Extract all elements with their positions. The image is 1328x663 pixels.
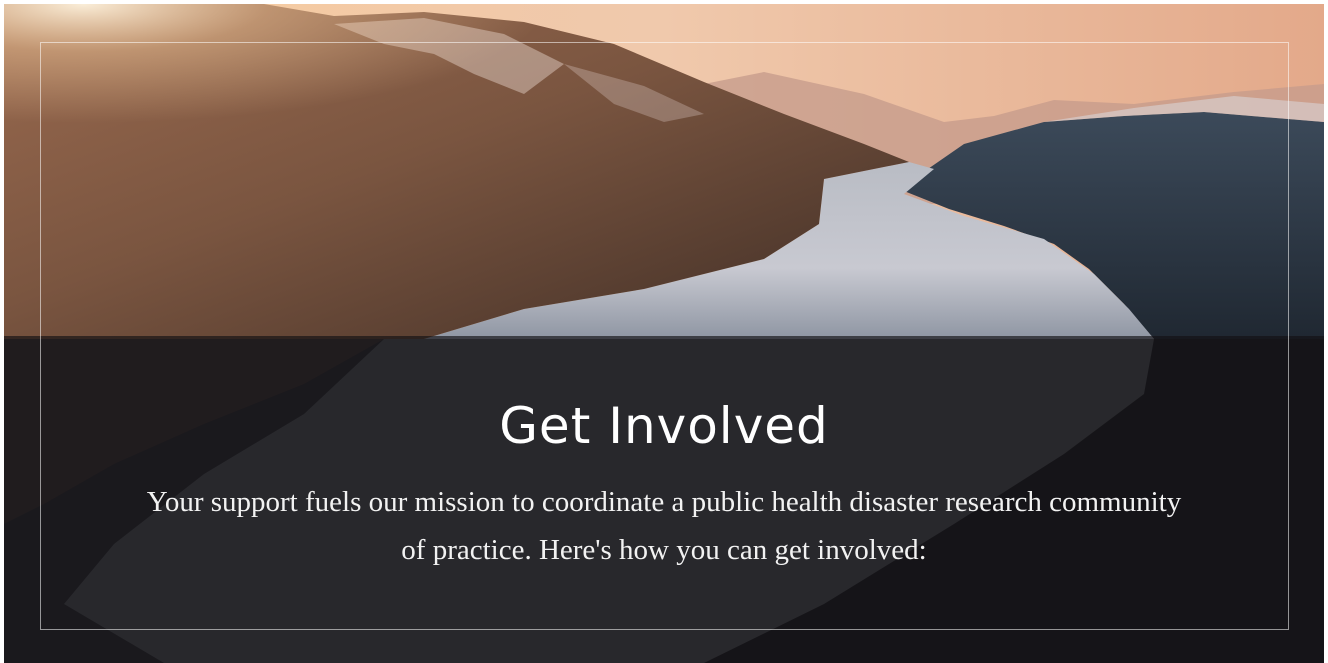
- get-involved-hero: Get Involved Your support fuels our miss…: [4, 4, 1324, 663]
- section-title: Get Involved: [499, 397, 829, 455]
- section-description: Your support fuels our mission to coordi…: [146, 486, 1182, 566]
